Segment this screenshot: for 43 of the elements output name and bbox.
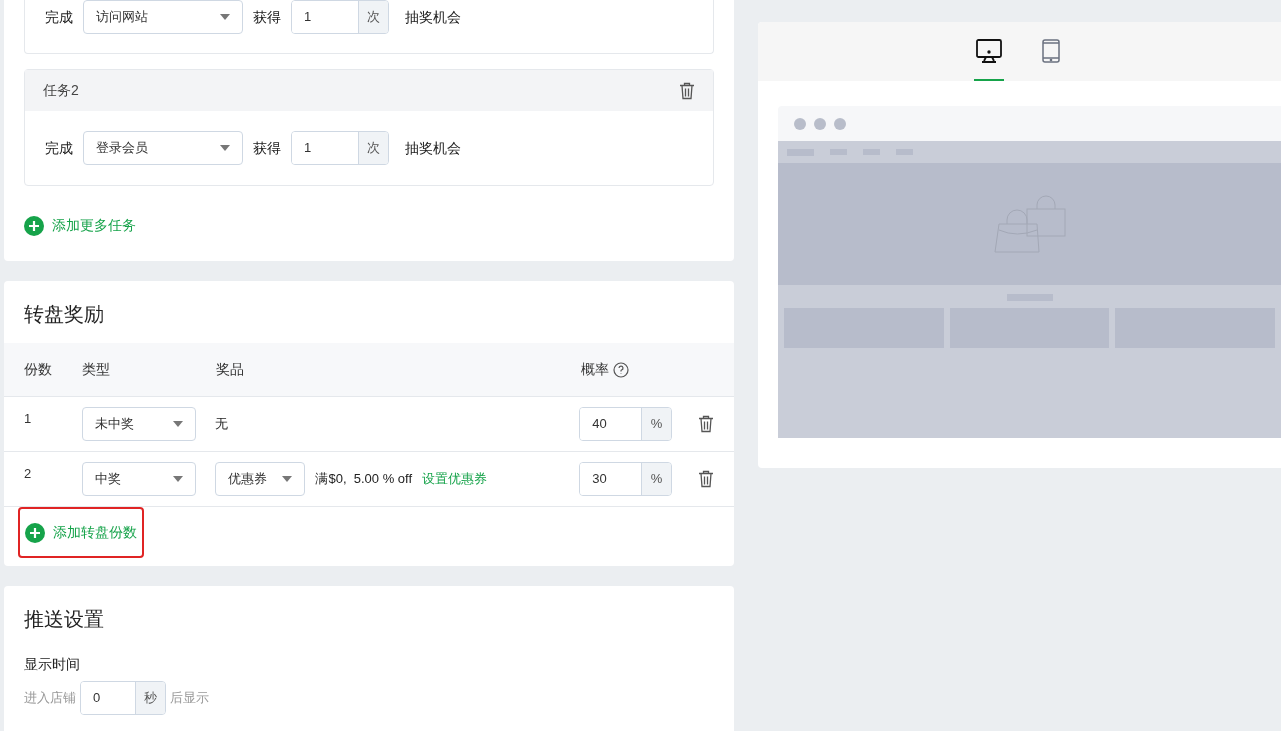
number-field[interactable]: 0 秒 (80, 681, 166, 715)
trash-icon[interactable] (698, 415, 714, 433)
select-field[interactable]: 中奖 (81, 462, 196, 496)
label: 抽奖机会 (405, 7, 461, 27)
suffix-text: 后显示 (170, 689, 209, 708)
label: 获得 (253, 138, 281, 158)
trash-icon[interactable] (679, 81, 695, 100)
select-field[interactable]: 优惠券 (215, 462, 306, 496)
caret-icon (220, 145, 230, 151)
select-field[interactable]: 访问网站 (83, 0, 243, 34)
number-field[interactable]: 30 % (579, 462, 672, 496)
column-header: 奖品 (216, 361, 244, 377)
select-field[interactable]: 登录会员 (83, 131, 243, 165)
prize-text: 无 (215, 415, 229, 434)
plus-circle-icon (25, 522, 45, 543)
section-title: 推送设置 (24, 607, 105, 632)
help-icon[interactable] (613, 361, 629, 378)
caret-icon (172, 476, 183, 482)
monitor-icon (975, 38, 1002, 63)
prize-detail: 满$0, 5.00 % off (315, 470, 413, 489)
caret-icon (172, 421, 183, 427)
trash-icon[interactable] (698, 470, 714, 488)
number-field[interactable]: 40 % (579, 407, 672, 441)
plus-circle-icon (24, 215, 44, 236)
tablet-icon (1041, 38, 1060, 63)
section-title: 转盘奖励 (23, 302, 105, 327)
label: 完成 (45, 138, 73, 158)
column-header: 份数 (24, 361, 52, 377)
label: 完成 (45, 7, 73, 27)
number-field[interactable]: 1 次 (291, 0, 389, 34)
label: 抽奖机会 (405, 138, 461, 158)
table-cell-text: 1 (24, 410, 33, 428)
caret-icon (282, 476, 293, 482)
column-header: 类型 (82, 361, 110, 377)
prefix-text: 进入店铺 (24, 689, 76, 708)
number-field[interactable]: 1 次 (291, 131, 389, 165)
column-header: 概率 (581, 360, 609, 379)
task-title: 任务2 (43, 81, 79, 100)
caret-icon (220, 14, 230, 20)
table-cell-text: 2 (24, 465, 33, 483)
field-label: 显示时间 (24, 655, 81, 674)
label: 获得 (253, 7, 281, 27)
select-field[interactable]: 未中奖 (81, 407, 196, 441)
